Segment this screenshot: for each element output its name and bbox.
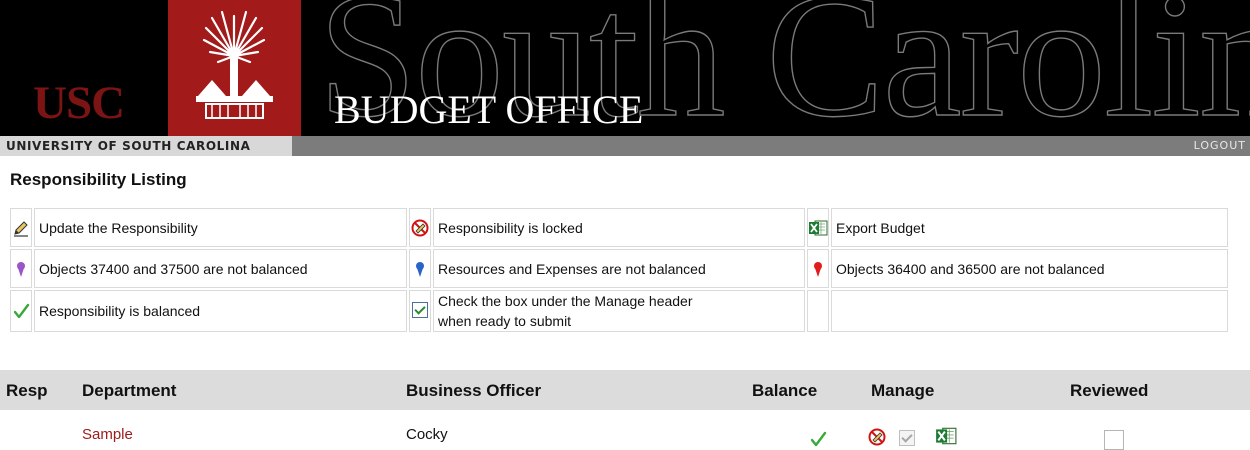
header-department: Department [82,381,177,400]
icon-legend: Update the Responsibility Responsibility… [8,206,1230,334]
legend-icon-cell [807,208,829,247]
usc-wordmark: USC [33,77,125,129]
manage-checkbox[interactable] [899,430,915,446]
excel-export-icon[interactable] [935,426,957,446]
palmetto-tree-icon [196,10,273,119]
reviewed-checkbox[interactable] [1104,430,1124,450]
header-business-officer: Business Officer [406,381,542,400]
site-header: South Carolina USC BUDGET OFFICE [0,0,1250,136]
balanced-check-icon [810,431,827,447]
checked-checkbox-icon [412,301,428,318]
legend-objects-36400: Objects 36400 and 36500 are not balanced [831,249,1228,288]
legend-balanced: Responsibility is balanced [34,290,407,332]
legend-manage-line1: Check the box under the Manage header [438,293,693,309]
legend-manage: Check the box under the Manage header wh… [433,290,805,332]
legend-objects-37400: Objects 37400 and 37500 are not balanced [34,249,407,288]
university-name: UNIVERSITY OF SOUTH CAROLINA [6,139,251,153]
legend-icon-cell [10,249,32,288]
excel-export-icon [809,220,828,236]
department-link[interactable]: Sample [82,426,133,443]
office-title: BUDGET OFFICE [334,87,644,132]
legend-icon-cell [409,249,431,288]
legend-resources-expenses: Resources and Expenses are not balanced [433,249,805,288]
business-officer-cell: Cocky [406,426,448,443]
legend-manage-line2: when ready to submit [438,313,572,329]
university-name-box: UNIVERSITY OF SOUTH CAROLINA [0,136,292,156]
blue-pin-icon [416,261,424,277]
legend-locked: Responsibility is locked [433,208,805,247]
university-bar: UNIVERSITY OF SOUTH CAROLINA LOGOUT [0,136,1250,156]
legend-icon-cell [10,208,32,247]
legend-export: Export Budget [831,208,1228,247]
table-row: Sample Cocky [0,414,1250,450]
legend-update: Update the Responsibility [34,208,407,247]
header-manage: Manage [871,381,935,400]
legend-icon-cell [409,208,431,247]
locked-icon [411,219,429,237]
legend-empty-cell [807,290,829,332]
table-header: Resp Department Business Officer Balance… [0,370,1250,410]
green-checkmark-icon [13,303,30,319]
header-reviewed: Reviewed [1070,381,1149,400]
page-title: Responsibility Listing [10,170,187,189]
legend-icon-cell [409,290,431,332]
red-pin-icon [814,261,822,277]
legend-icon-cell [10,290,32,332]
logout-link[interactable]: LOGOUT [1194,139,1246,152]
header-resp: Resp [6,381,48,400]
pencil-icon [14,220,28,237]
legend-empty-cell [831,290,1228,332]
locked-icon[interactable] [868,428,886,446]
purple-pin-icon [17,261,25,277]
palmetto-logo [168,0,301,136]
legend-icon-cell [807,249,829,288]
header-balance: Balance [752,381,818,400]
